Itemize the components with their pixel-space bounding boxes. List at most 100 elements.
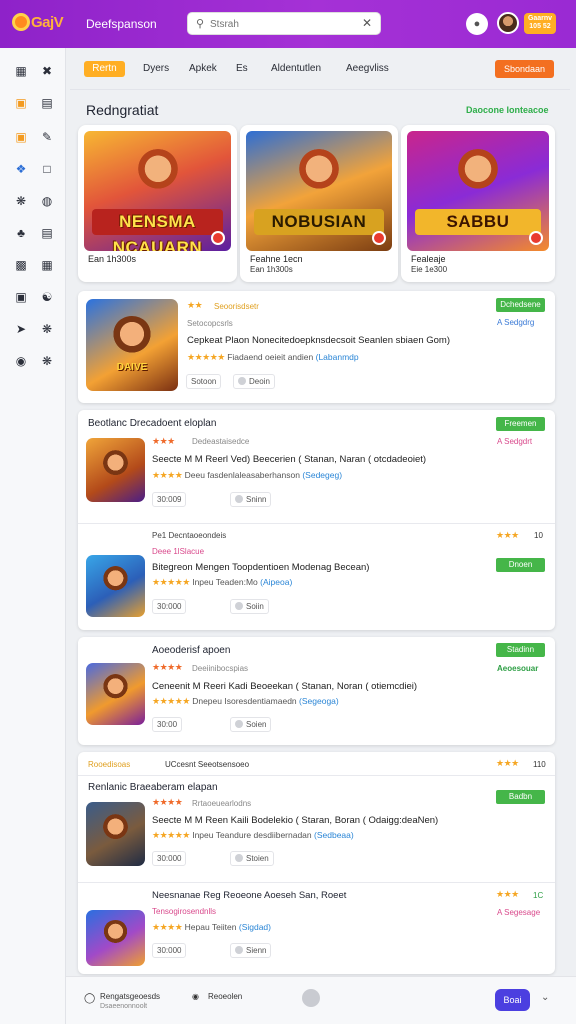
tab-rertn[interactable]: Rertn (84, 61, 125, 77)
meta-text: Inpeu Teandure desdiibernadan (192, 830, 312, 840)
hero-image (297, 149, 341, 193)
rating-stars: ★★★★ (152, 797, 183, 807)
puzzle-icon[interactable]: ❖ (14, 162, 28, 176)
row-divider (78, 882, 555, 883)
time-pill[interactable]: 30:009 (152, 492, 187, 507)
subscribe-button[interactable]: Sbondaan (495, 60, 554, 78)
meta-link[interactable]: (Labanmdp (316, 352, 359, 362)
row-headline: Seecte M M Reen Kaili Bodelekio ( Staran… (152, 815, 439, 826)
search-input[interactable] (210, 16, 350, 32)
chat-icon[interactable]: □ (40, 162, 54, 176)
bottom-left-label[interactable]: Rengatsgeoesds (100, 992, 160, 1001)
action-pill[interactable]: Deoin (233, 374, 275, 389)
featured-art-2: NOBUSIAN (246, 131, 392, 251)
card-title: Aoeoderisf apoen (152, 645, 231, 656)
globe-icon[interactable]: ◍ (40, 194, 54, 208)
meta-stars: ★★★★ (152, 922, 183, 932)
hero-image (111, 315, 153, 357)
bottom-action-button[interactable]: Boai (495, 989, 530, 1011)
grid-icon[interactable]: ▦ (14, 64, 28, 78)
featured-sub-3: Eie 1e300 (411, 265, 448, 274)
user-avatar[interactable] (497, 12, 519, 34)
clear-search-icon[interactable]: ✕ (362, 16, 372, 30)
game-thumbnail (86, 802, 145, 866)
hero-image (102, 674, 129, 702)
help-icon[interactable]: ◯ (84, 993, 95, 1004)
meta-link[interactable]: (Segeoga) (299, 696, 339, 706)
app-logo[interactable]: GajV (12, 13, 64, 31)
card-action-button[interactable]: Stadinn (496, 643, 545, 657)
time-pill[interactable]: 30:000 (152, 851, 187, 866)
discord-icon[interactable]: ◉ (14, 354, 28, 368)
meta-link[interactable]: (Sedbeaa) (314, 830, 354, 840)
featured-art-3: SABBU (407, 131, 549, 251)
search-icon: ⚲ (196, 18, 205, 30)
row-action-button[interactable]: Badbn (496, 790, 545, 804)
settings-icon[interactable]: ❋ (40, 322, 54, 336)
tab-dyers[interactable]: Dyers (143, 61, 169, 77)
art-title-3: SABBU (415, 209, 541, 235)
edit-icon[interactable]: ✎ (40, 130, 54, 144)
rating-stars: ★★★ (152, 436, 175, 446)
hero-image (102, 920, 129, 945)
action-pill[interactable]: Sninn (230, 492, 272, 507)
tab-apkek[interactable]: Apkek (189, 61, 217, 77)
hero-image (456, 149, 500, 193)
rating-stars-right: ★★★ (496, 889, 519, 899)
card-icon[interactable]: ▤ (40, 96, 54, 110)
row-meta: ★★★★ Deeu fasdenlaleasaberhanson (Sedege… (152, 470, 342, 481)
search-box[interactable]: ⚲ ✕ (187, 12, 381, 35)
card-action-button[interactable]: Dchedsene (496, 298, 545, 312)
featured-card-3[interactable]: SABBU Fealeaje Eie 1e300 (401, 125, 555, 282)
game-card-1[interactable]: DAIVE ★★ Seoorisdsetr Setocopcsrls Cepke… (78, 291, 555, 403)
meta-link[interactable]: (Sedegeg) (302, 470, 342, 480)
row-headline: Seecte M M Reerl Ved) Beecerien ( Stanan… (152, 454, 427, 465)
meta-link[interactable]: (Sigdad) (239, 922, 271, 932)
featured-card-2[interactable]: NOBUSIAN Feahne 1ecn Ean 1h300s (240, 125, 398, 282)
action-pill[interactable]: Soien (230, 717, 272, 732)
bottom-mid-label[interactable]: Reoeolen (208, 992, 242, 1001)
rocket-icon[interactable]: ➤ (14, 322, 28, 336)
tag-icon[interactable]: ▣ (14, 130, 28, 144)
meta-link[interactable]: (Aipeoa) (260, 577, 292, 587)
card-headline: Ceneenit M Reeri Kadi Beoeekan ( Stanan,… (152, 681, 418, 692)
action-pill[interactable]: Sienn (230, 943, 272, 958)
apps-icon[interactable]: ❋ (40, 354, 54, 368)
camera-icon[interactable]: ◉ (192, 992, 199, 1001)
calendar-icon[interactable]: ▦ (40, 258, 54, 272)
tab-aldentutlen[interactable]: Aldentutlen (271, 61, 321, 77)
card-header-text: UCcesnt Seeotsensoeo (165, 760, 250, 769)
time-pill[interactable]: 30:000 (152, 599, 187, 614)
document-icon[interactable]: ▤ (40, 226, 54, 240)
row-action-button[interactable]: Dnoen (496, 558, 545, 572)
team-icon[interactable]: ♣ (14, 226, 28, 240)
featured-card-1[interactable]: NENSMA NCAUARN Ean 1h300s (78, 125, 237, 282)
action-pill[interactable]: Soiin (230, 599, 269, 614)
tab-es[interactable]: Es (236, 61, 248, 77)
game-card-2[interactable]: Beotlanc Drecadoent eloplan Freemen A Se… (78, 410, 555, 630)
tab-aeegvliss[interactable]: Aeegvliss (346, 61, 389, 77)
trophy-icon[interactable]: ▣ (14, 290, 28, 304)
time-pill[interactable]: 30:00 (152, 717, 183, 732)
target-icon[interactable]: ❋ (14, 194, 28, 208)
game-card-4[interactable]: Rooedisoas UCcesnt Seeotsensoeo ★★★ 110 … (78, 752, 555, 974)
see-all-link[interactable]: Daocone Ionteacoe (466, 105, 549, 115)
gamepad-icon[interactable]: ▣ (14, 96, 28, 110)
notification-icon[interactable]: ● (466, 13, 488, 35)
hero-image (102, 449, 129, 478)
bottom-left-sub: Dsaeenonnoolt (100, 1003, 148, 1010)
coins-badge[interactable]: Gaarnv 105 52 (524, 13, 556, 34)
video-icon[interactable]: ▩ (14, 258, 28, 272)
card-action-button[interactable]: Freemen (496, 417, 545, 431)
users-icon[interactable]: ☯ (40, 290, 54, 304)
row-small: Deee 1lSlacue (152, 547, 205, 556)
tools-icon[interactable]: ✖ (40, 64, 54, 78)
game-thumbnail (86, 663, 145, 725)
action-pill[interactable]: Stoien (230, 851, 274, 866)
game-card-3[interactable]: Aoeoderisf apoen Stadinn Aeoesouar ★★★★ … (78, 637, 555, 745)
chevron-down-icon[interactable]: ⌄ (541, 992, 549, 1003)
time-pill[interactable]: 30:000 (152, 943, 187, 958)
time-pill[interactable]: Sotoon (186, 374, 222, 389)
badge-icon (372, 231, 386, 245)
card-tag: A Segesage (497, 908, 541, 917)
